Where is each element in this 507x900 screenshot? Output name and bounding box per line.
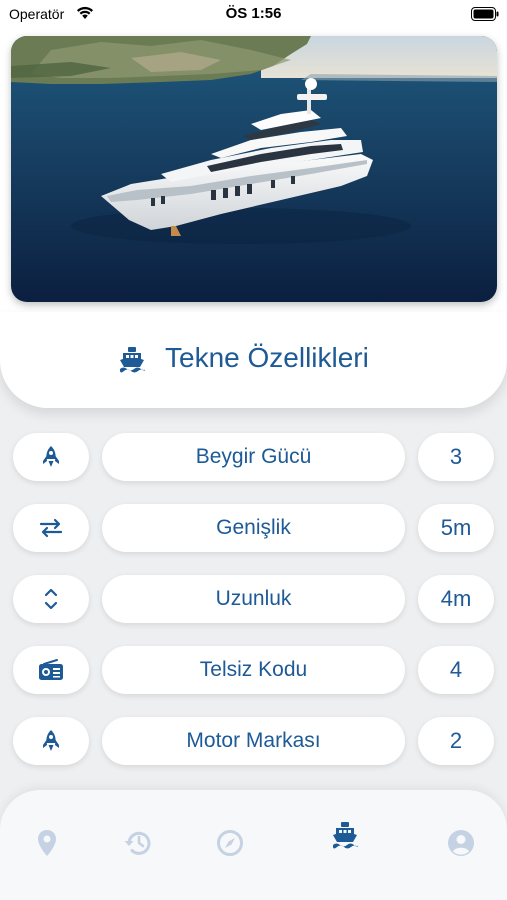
spec-label: Beygir Gücü (102, 433, 405, 481)
spec-value: 3 (418, 433, 494, 481)
user-circle-icon[interactable] (446, 828, 476, 858)
spec-value: 2 (418, 717, 494, 765)
spec-value: 4m (418, 575, 494, 623)
status-bar: Operatör ÖS 1:56 (0, 0, 507, 28)
bottom-tab-bar (0, 790, 507, 900)
chevron-up-down-icon (13, 575, 89, 623)
spec-label: Uzunluk (102, 575, 405, 623)
rocket-icon (13, 433, 89, 481)
map-marker-icon[interactable] (32, 828, 62, 858)
ship-icon[interactable] (330, 820, 360, 850)
history-icon[interactable] (123, 828, 153, 858)
spec-value: 5m (418, 504, 494, 552)
yacht-photo (11, 36, 497, 302)
battery-icon (471, 7, 499, 26)
spec-row-horsepower: Beygir Gücü 3 (0, 433, 507, 481)
spec-label: Motor Markası (102, 717, 405, 765)
ship-icon (118, 345, 146, 378)
clock: ÖS 1:56 (225, 5, 282, 22)
spec-value: 4 (418, 646, 494, 694)
spec-row-width: Genişlik 5m (0, 504, 507, 552)
app-screen: Operatör ÖS 1:56 Tekne Özellikleri Beygi… (0, 0, 507, 900)
boat-features-header: Tekne Özellikleri (0, 312, 507, 408)
page-title: Tekne Özellikleri (165, 342, 369, 373)
spec-label: Genişlik (102, 504, 405, 552)
compass-icon[interactable] (215, 828, 245, 858)
hero-section (0, 28, 507, 318)
spec-row-motor-brand: Motor Markası 2 (0, 717, 507, 765)
radio-icon (13, 646, 89, 694)
spec-row-radio-code: Telsiz Kodu 4 (0, 646, 507, 694)
rocket-icon (13, 717, 89, 765)
spec-row-length: Uzunluk 4m (0, 575, 507, 623)
spec-label: Telsiz Kodu (102, 646, 405, 694)
arrows-horizontal-icon (13, 504, 89, 552)
